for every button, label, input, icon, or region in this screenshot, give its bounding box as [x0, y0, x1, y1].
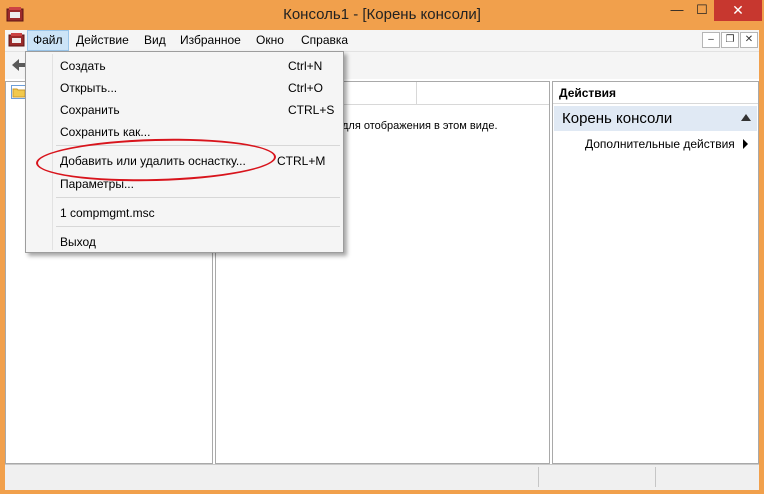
- menu-help[interactable]: Справка: [296, 30, 353, 51]
- menu-window[interactable]: Окно: [251, 30, 289, 51]
- menu-item-add-remove-snapin[interactable]: Добавить или удалить оснастку... CTRL+M: [28, 150, 341, 172]
- menu-item-label: Параметры...: [60, 177, 134, 191]
- submenu-arrow-icon[interactable]: [743, 139, 748, 149]
- actions-group-label: Корень консоли: [562, 110, 673, 127]
- menu-bar: Файл Действие Вид Избранное Окно Справка…: [5, 30, 759, 51]
- actions-pane: Действия Корень консоли Дополнительные д…: [552, 81, 759, 464]
- maximize-button[interactable]: ☐: [690, 0, 714, 21]
- menu-item-recent-file[interactable]: 1 compmgmt.msc: [28, 202, 341, 224]
- menu-item-shortcut: CTRL+M: [277, 154, 326, 168]
- menu-item-shortcut: Ctrl+O: [288, 81, 324, 95]
- actions-group-header[interactable]: Корень консоли: [554, 106, 757, 131]
- actions-title: Действия: [553, 82, 758, 104]
- mdi-close-button[interactable]: ✕: [740, 32, 758, 48]
- menu-item-label: Добавить или удалить оснастку...: [60, 154, 246, 168]
- menu-item-options[interactable]: Параметры...: [28, 173, 341, 195]
- minimize-button[interactable]: —: [664, 0, 690, 21]
- menu-item-exit[interactable]: Выход: [28, 231, 341, 253]
- menu-item-label: Выход: [60, 235, 96, 249]
- window-border-right: [759, 30, 764, 494]
- mdi-restore-button[interactable]: ❐: [721, 32, 739, 48]
- collapse-arrow-icon[interactable]: [741, 114, 751, 121]
- menu-item-label: 1 compmgmt.msc: [60, 206, 155, 220]
- more-actions-link[interactable]: Дополнительные действия: [585, 137, 735, 151]
- menu-separator: [56, 226, 340, 227]
- status-divider: [538, 467, 539, 487]
- menu-item-save[interactable]: Сохранить CTRL+S: [28, 99, 341, 121]
- menu-separator: [56, 145, 340, 146]
- menu-item-save-as[interactable]: Сохранить как...: [28, 121, 341, 143]
- menu-file[interactable]: Файл: [27, 30, 69, 51]
- menu-view[interactable]: Вид: [139, 30, 171, 51]
- file-menu-dropdown: Создать Ctrl+N Открыть... Ctrl+O Сохрани…: [25, 51, 344, 253]
- status-divider: [655, 467, 656, 487]
- close-button[interactable]: ✕: [714, 0, 762, 21]
- window-title: Консоль1 - [Корень консоли]: [283, 6, 481, 23]
- menu-item-label: Сохранить: [60, 103, 120, 117]
- menu-item-label: Сохранить как...: [60, 125, 151, 139]
- menu-action[interactable]: Действие: [71, 30, 134, 51]
- menu-favorites[interactable]: Избранное: [175, 30, 246, 51]
- menu-item-shortcut: Ctrl+N: [288, 59, 323, 73]
- mdi-minimize-button[interactable]: –: [702, 32, 720, 48]
- empty-view-message: для отображения в этом виде.: [342, 120, 498, 132]
- menu-separator: [56, 197, 340, 198]
- menu-item-new[interactable]: Создать Ctrl+N: [28, 55, 341, 77]
- status-bar: [5, 464, 759, 490]
- menu-item-open[interactable]: Открыть... Ctrl+O: [28, 77, 341, 99]
- menu-item-label: Открыть...: [60, 81, 118, 95]
- menu-item-shortcut: CTRL+S: [288, 103, 335, 117]
- menu-item-label: Создать: [60, 59, 106, 73]
- console-icon[interactable]: [8, 32, 25, 48]
- title-bar: Консоль1 - [Корень консоли] — ☐ ✕: [0, 0, 764, 30]
